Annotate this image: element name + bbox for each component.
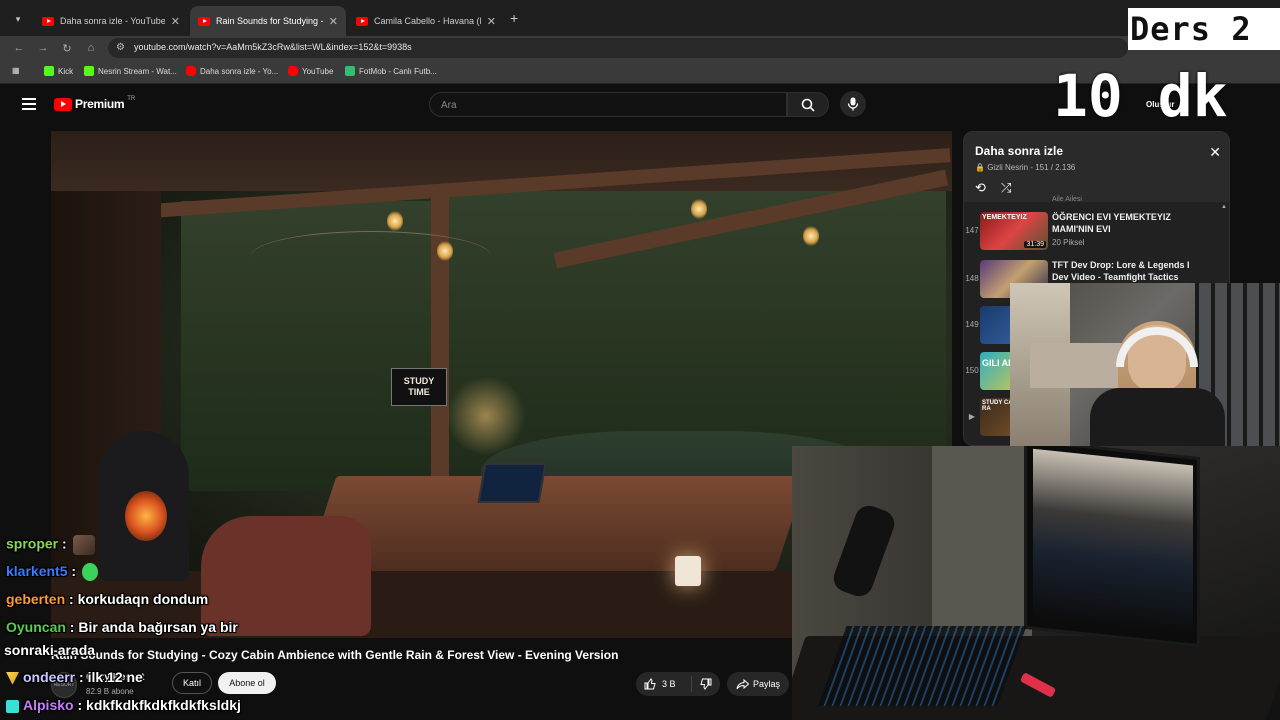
webcam-person-body	[1090, 388, 1225, 446]
playlist-subtitle: 🔒 Gizli Nesrin - 151 / 2.136	[975, 163, 1076, 172]
video-scene-lights	[251, 231, 491, 281]
video-scene-bulb	[437, 241, 453, 261]
site-info-icon[interactable]: ⚙	[116, 42, 125, 53]
url-text: youtube.com/watch?v=AaMm5kZ3cRw&list=WL&…	[134, 42, 412, 52]
thumbs-up-icon	[644, 678, 656, 690]
tab-title: Camila Cabello - Havana (Lyrics	[374, 16, 481, 26]
video-scene-lamp	[446, 376, 526, 456]
youtube-logo[interactable]: Premium TR	[54, 96, 135, 111]
video-title: Rain Sounds for Studying - Cozy Cabin Am…	[51, 648, 619, 662]
forward-icon[interactable]: →	[34, 39, 52, 57]
search-input[interactable]: Ara	[429, 92, 787, 117]
new-tab-button[interactable]: +	[510, 10, 518, 26]
close-tab-icon[interactable]: ✕	[487, 15, 496, 28]
thumbs-down-icon	[700, 678, 712, 690]
shuffle-icon[interactable]: ⤮	[1001, 180, 1011, 196]
webcam-desk	[792, 446, 1280, 720]
like-button[interactable]: 3 B	[636, 676, 692, 692]
loop-icon[interactable]: ⟲	[975, 180, 986, 196]
tab-search-icon[interactable]: ▾	[8, 9, 28, 29]
voice-search-button[interactable]	[840, 91, 866, 117]
back-icon[interactable]: ←	[10, 39, 28, 57]
badge-icon	[6, 699, 19, 713]
bookmark-kick[interactable]: Kick	[44, 66, 73, 76]
search-button[interactable]	[787, 92, 829, 117]
youtube-icon	[288, 66, 298, 76]
youtube-play-icon	[54, 97, 72, 111]
timer-overlay: 10 dk	[1053, 62, 1228, 130]
url-field[interactable]: ⚙ youtube.com/watch?v=AaMm5kZ3cRw&list=W…	[108, 38, 1128, 58]
scroll-up-icon[interactable]: ▲	[1221, 204, 1227, 210]
tab-havana[interactable]: Camila Cabello - Havana (Lyrics ✕	[348, 6, 504, 36]
youtube-favicon-icon	[198, 16, 210, 26]
tab-rain-sounds[interactable]: Rain Sounds for Studying - Cozy ✕	[190, 6, 346, 36]
search-placeholder: Ara	[441, 100, 457, 111]
kick-icon	[44, 66, 54, 76]
tab-title: Daha sonra izle - YouTube	[60, 16, 165, 26]
chat-message: Alpisko : kdkfkdkfkdkfkdkfksldkj	[6, 697, 241, 713]
chat-username: Alpisko	[23, 697, 74, 713]
close-icon[interactable]: ✕	[1209, 144, 1221, 161]
subscribe-button[interactable]: Abone ol	[218, 672, 276, 694]
menu-icon[interactable]	[22, 98, 36, 110]
share-button[interactable]: Paylaş	[727, 672, 789, 696]
home-icon[interactable]: ⌂	[82, 39, 100, 57]
webcam-monitor	[1024, 446, 1200, 648]
previous-item-channel: Aile Ailesi	[1052, 196, 1082, 203]
dislike-button[interactable]	[692, 678, 720, 690]
video-scene-chair	[201, 516, 371, 636]
bookmark-fotmob[interactable]: FotMob - Canlı Futb...	[345, 66, 437, 76]
playlist-header: Daha sonra izle 🔒 Gizli Nesrin - 151 / 2…	[964, 132, 1229, 202]
search-icon	[801, 98, 815, 112]
video-scene-fire	[125, 491, 167, 541]
microphone-icon	[847, 97, 859, 111]
lesson-label-overlay: Ders 2	[1128, 8, 1280, 50]
video-scene-candle	[675, 556, 701, 586]
youtube-icon	[186, 66, 196, 76]
chat-text: kdkfkdkfkdkfkdkfksldkj	[86, 697, 241, 713]
kick-icon	[84, 66, 94, 76]
video-scene-bulb	[387, 211, 403, 231]
study-time-sign: STUDY TIME	[391, 368, 447, 406]
youtube-favicon-icon	[42, 16, 54, 26]
playlist-title[interactable]: Daha sonra izle	[975, 144, 1063, 158]
now-playing-icon: ▶	[968, 412, 976, 421]
close-tab-icon[interactable]: ✕	[329, 15, 338, 28]
apps-grid-icon[interactable]: ▦	[12, 66, 20, 75]
like-dislike-group: 3 B	[636, 672, 720, 696]
video-scene-desk	[305, 476, 807, 571]
share-icon	[736, 678, 749, 689]
channel-avatar[interactable]: RESORT	[51, 672, 77, 698]
screen: ▾ Daha sonra izle - YouTube ✕ Rain Sound…	[0, 0, 1280, 720]
address-bar-row: ← → ↻ ⌂ ⚙ youtube.com/watch?v=AaMm5kZ3cR…	[0, 36, 1280, 60]
video-scene-bulb	[803, 226, 819, 246]
tab-watch-later[interactable]: Daha sonra izle - YouTube ✕	[34, 6, 188, 36]
video-scene-tablet	[477, 463, 547, 503]
reload-icon[interactable]: ↻	[58, 39, 76, 57]
webcam-keyboard	[817, 626, 1027, 706]
webcam-monitor-screen	[1033, 448, 1193, 636]
join-button[interactable]: Katıl	[172, 672, 212, 694]
browser-tab-bar: ▾ Daha sonra izle - YouTube ✕ Rain Sound…	[0, 0, 1280, 36]
youtube-favicon-icon	[356, 16, 368, 26]
bookmark-nesrin-stream[interactable]: Nesrin Stream - Wat...	[84, 66, 177, 76]
webcam-face	[1010, 283, 1280, 446]
video-scene-bulb	[691, 199, 707, 219]
fotmob-icon	[345, 66, 355, 76]
badge-icon	[6, 671, 19, 685]
bookmark-youtube[interactable]: YouTube	[288, 66, 333, 76]
channel-name[interactable]: Cozy Resort	[86, 672, 144, 683]
subscriber-count: 82.9 B abone	[86, 687, 134, 696]
like-count: 3 B	[662, 679, 676, 689]
tab-title: Rain Sounds for Studying - Cozy	[216, 16, 323, 26]
bookmark-watch-later[interactable]: Daha sonra izle - Yo...	[186, 66, 278, 76]
video-thumbnail: YEMEKTEYIZ 31:39	[980, 212, 1048, 250]
lock-icon: 🔒	[975, 163, 985, 172]
playlist-item[interactable]: 147 YEMEKTEYIZ 31:39 ÖĞRENCI EVI YEMEKTE…	[964, 208, 1229, 254]
close-tab-icon[interactable]: ✕	[171, 15, 180, 28]
